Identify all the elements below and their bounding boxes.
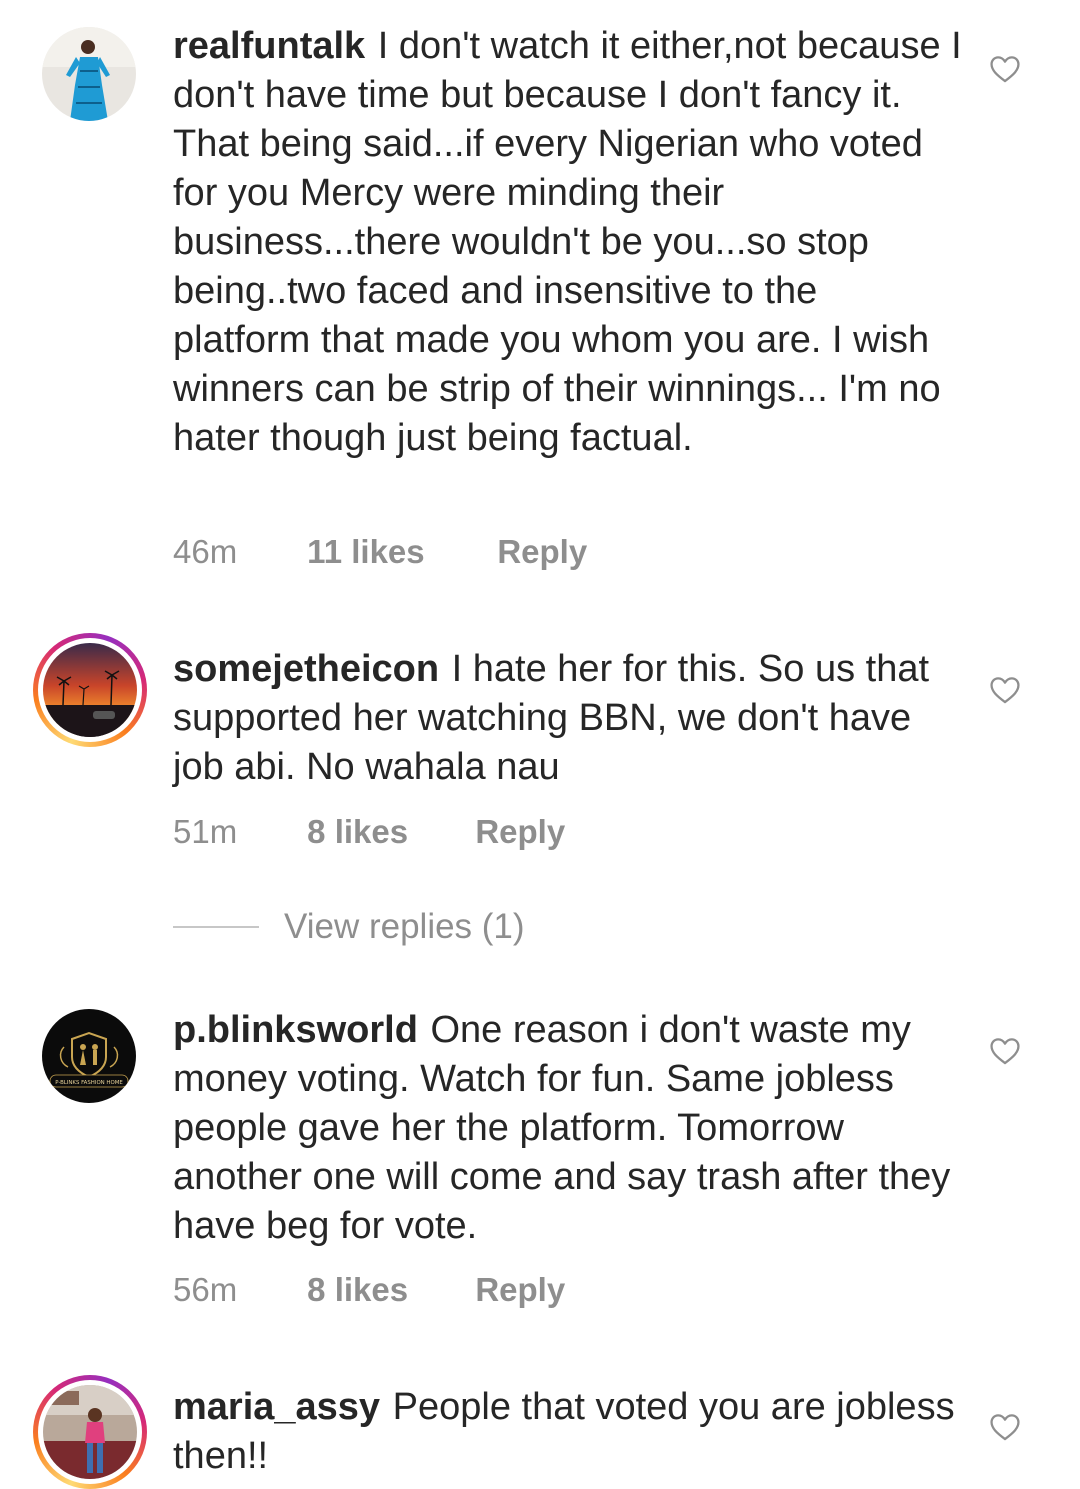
avatar[interactable] (43, 643, 137, 737)
reply-button[interactable]: Reply (475, 1271, 565, 1309)
heart-outline-icon[interactable] (988, 52, 1022, 86)
comment-likes[interactable]: 8 likes (307, 1271, 466, 1309)
logo-text: P-BLINKS FASHION HOME (55, 1080, 123, 1086)
avatar[interactable] (42, 27, 136, 121)
comment-text-block: maria_assy People that voted you are job… (173, 1383, 963, 1481)
reply-button[interactable]: Reply (475, 813, 565, 851)
person-in-pink-avatar-icon (43, 1385, 137, 1479)
comment-username[interactable]: maria_assy (173, 1386, 380, 1428)
heart-outline-icon[interactable] (988, 1034, 1022, 1068)
comment-username[interactable]: p.blinksworld (173, 1009, 418, 1051)
comment-time: 46m (173, 533, 238, 570)
sunset-palm-trees-avatar-icon (43, 643, 137, 737)
comment-text-block: p.blinksworld One reason i don't waste m… (173, 1006, 963, 1251)
comment-time: 56m (173, 1271, 238, 1308)
person-in-blue-dress-avatar-icon (42, 27, 136, 121)
comment-meta: 46m 11 likes Reply (173, 533, 587, 571)
comment-time: 51m (173, 813, 238, 850)
comment-meta: 51m 8 likes Reply (173, 813, 565, 851)
comment-meta: 56m 8 likes Reply (173, 1271, 565, 1309)
comment-likes[interactable]: 11 likes (307, 533, 488, 571)
view-replies-button[interactable]: View replies (1) (173, 905, 525, 949)
comment-username[interactable]: somejetheicon (173, 648, 439, 690)
heart-outline-icon[interactable] (988, 1410, 1022, 1444)
comment-text-block: somejetheicon I hate her for this. So us… (173, 645, 963, 792)
fashion-home-logo-avatar-icon: P-BLINKS FASHION HOME (42, 1009, 136, 1103)
avatar[interactable]: P-BLINKS FASHION HOME (42, 1009, 136, 1103)
reply-button[interactable]: Reply (497, 533, 587, 571)
comment-text-block: realfuntalk I don't watch it either,not … (173, 22, 963, 463)
avatar[interactable] (43, 1385, 137, 1479)
heart-outline-icon[interactable] (988, 673, 1022, 707)
story-ring[interactable] (33, 1375, 147, 1489)
comment-text: I don't watch it either,not because I do… (173, 25, 962, 459)
divider (173, 926, 259, 928)
comment-username[interactable]: realfuntalk (173, 25, 365, 67)
comment-likes[interactable]: 8 likes (307, 813, 466, 851)
view-replies-label[interactable]: View replies (1) (284, 907, 525, 947)
story-ring[interactable] (33, 633, 147, 747)
